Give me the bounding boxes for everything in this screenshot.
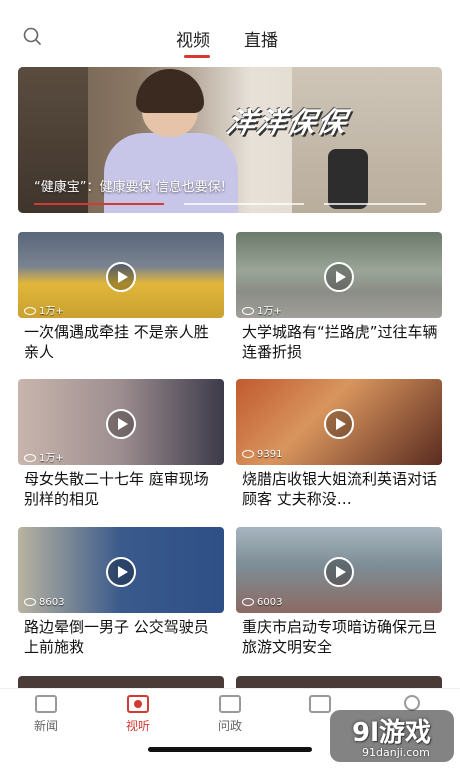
active-tab-indicator <box>184 55 210 58</box>
home-indicator <box>148 747 312 752</box>
view-count-value: 9391 <box>257 449 283 460</box>
nav-label: 新闻 <box>33 719 58 733</box>
next-video-thumbnail-peek[interactable] <box>18 676 224 688</box>
hero-presenter-body <box>104 133 238 213</box>
view-count: 9391 <box>242 449 282 460</box>
video-thumbnail: 1万+ <box>18 232 224 318</box>
nav-label: 视听 <box>125 719 150 733</box>
carousel-dot <box>184 203 304 205</box>
top-bar: 视频 直播 <box>0 0 460 64</box>
view-count-value: 6003 <box>257 597 283 608</box>
video-card[interactable]: 1万+ 一次偶遇成牵挂 不是亲人胜亲人 <box>18 232 224 362</box>
chat-icon <box>219 695 241 713</box>
video-title: 母女失散二十七年 庭审现场别样的相见 <box>24 470 209 508</box>
eye-icon <box>24 307 36 315</box>
nav-item-video[interactable]: 视听 <box>108 695 168 734</box>
view-count: 1万+ <box>24 449 64 464</box>
view-count-value: 1万+ <box>257 306 282 317</box>
video-title: 烧腊店收银大姐流利英语对话顾客 丈夫称没… <box>242 470 438 508</box>
nav-item-politics[interactable]: 问政 <box>200 695 260 734</box>
tab-live[interactable]: 直播 <box>244 26 278 51</box>
view-count-value: 8603 <box>39 597 65 608</box>
hero-program-logo: 洋洋保保 <box>224 106 352 139</box>
service-icon <box>309 695 331 713</box>
video-card[interactable]: 9391 烧腊店收银大姐流利英语对话顾客 丈夫称没… <box>236 379 442 509</box>
video-card[interactable]: 6003 重庆市启动专项暗访确保元旦旅游文明安全 <box>236 527 442 657</box>
view-count: 1万+ <box>242 302 282 317</box>
nav-label: 问政 <box>217 719 242 733</box>
view-count-value: 1万+ <box>39 306 64 317</box>
video-card[interactable]: 8603 路边晕倒一男子 公交驾驶员上前施救 <box>18 527 224 657</box>
tab-video[interactable]: 视频 <box>176 26 210 51</box>
play-icon <box>324 262 354 292</box>
watermark-url: 91danji.com <box>362 746 430 759</box>
view-count: 8603 <box>24 597 64 608</box>
view-count-value: 1万+ <box>39 453 64 464</box>
carousel-dot-active <box>34 203 164 205</box>
play-icon <box>324 409 354 439</box>
play-icon <box>106 262 136 292</box>
news-icon <box>35 695 57 713</box>
hero-vase <box>328 149 368 209</box>
camera-icon <box>127 695 149 713</box>
video-thumbnail: 9391 <box>236 379 442 465</box>
eye-icon <box>24 454 36 462</box>
hero-carousel-indicator <box>34 203 426 205</box>
video-thumbnail: 6003 <box>236 527 442 613</box>
eye-icon <box>24 598 36 606</box>
video-card[interactable]: 1万+ 母女失散二十七年 庭审现场别样的相见 <box>18 379 224 509</box>
video-thumbnail: 1万+ <box>18 379 224 465</box>
profile-icon <box>404 695 420 711</box>
play-icon <box>106 409 136 439</box>
hero-caption: “健康宝”：健康要保 信息也要保! <box>34 180 226 195</box>
watermark-logo: 9l游戏 <box>352 718 432 748</box>
hero-video-banner[interactable]: 洋洋保保 “健康宝”：健康要保 信息也要保! <box>18 67 442 213</box>
eye-icon <box>242 307 254 315</box>
video-thumbnail: 1万+ <box>236 232 442 318</box>
nav-item-news[interactable]: 新闻 <box>16 695 76 734</box>
eye-icon <box>242 450 254 458</box>
nav-item-profile[interactable] <box>382 695 442 711</box>
video-title: 大学城路有“拦路虎”过往车辆连番折损 <box>242 323 438 361</box>
search-icon <box>23 27 41 45</box>
view-count: 1万+ <box>24 302 64 317</box>
play-icon <box>106 557 136 587</box>
search-button[interactable] <box>22 26 44 48</box>
video-title: 路边晕倒一男子 公交驾驶员上前施救 <box>24 618 209 656</box>
view-count: 6003 <box>242 597 282 608</box>
play-icon <box>324 557 354 587</box>
video-card[interactable]: 1万+ 大学城路有“拦路虎”过往车辆连番折损 <box>236 232 442 362</box>
video-thumbnail: 8603 <box>18 527 224 613</box>
carousel-dot <box>324 203 426 205</box>
next-video-thumbnail-peek[interactable] <box>236 676 442 688</box>
site-watermark: 9l游戏 91danji.com <box>330 710 454 762</box>
hero-presenter-hair <box>136 69 204 113</box>
eye-icon <box>242 598 254 606</box>
video-title: 一次偶遇成牵挂 不是亲人胜亲人 <box>24 323 209 361</box>
video-title: 重庆市启动专项暗访确保元旦旅游文明安全 <box>242 618 438 656</box>
